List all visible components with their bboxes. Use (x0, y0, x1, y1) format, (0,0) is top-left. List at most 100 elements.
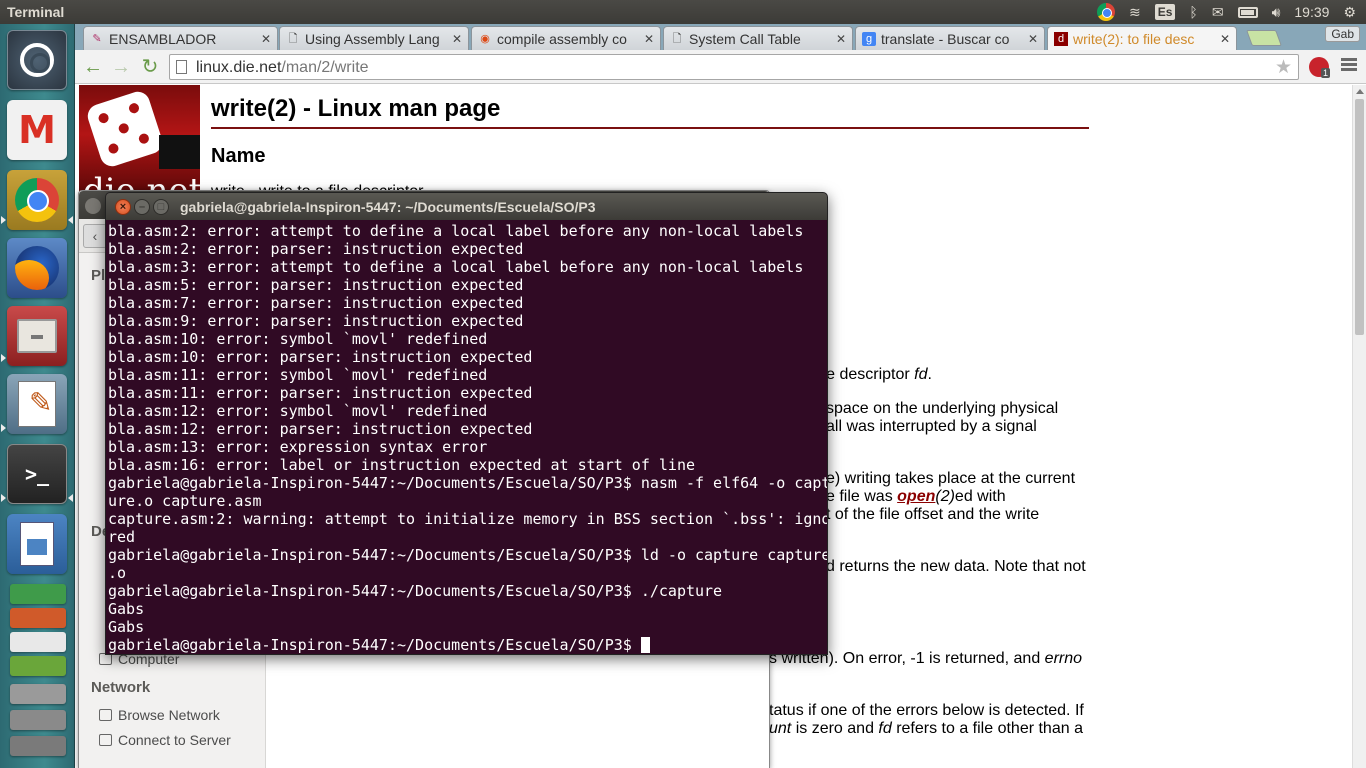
close-icon[interactable]: ✕ (1028, 32, 1038, 46)
paragraph-fragment: e) writing takes place at the current (826, 470, 1076, 487)
terminal-titlebar[interactable]: × – □ gabriela@gabriela-Inspiron-5447: ~… (106, 193, 827, 220)
minimize-icon[interactable]: – (134, 199, 150, 215)
close-icon[interactable]: × (115, 199, 131, 215)
launcher-writer[interactable] (7, 514, 67, 574)
tab-translate[interactable]: g translate - Buscar co ✕ (855, 26, 1045, 50)
url-path: /man/2/write (281, 59, 369, 76)
google-icon: g (862, 31, 876, 46)
running-indicator (1, 424, 6, 432)
terminal-line: capture.asm:2: warning: attempt to initi… (108, 510, 827, 528)
page-title: write(2) - Linux man page (211, 95, 1089, 129)
terminal-line: bla.asm:16: error: label or instruction … (108, 456, 695, 474)
dienet-logo[interactable]: die.net (79, 85, 200, 195)
bluetooth-icon[interactable]: ᛒ (1189, 0, 1197, 24)
keyboard-language-indicator[interactable]: Es (1154, 4, 1176, 20)
launcher-calc[interactable] (10, 584, 66, 604)
terminal-line: ure.o capture.asm (108, 492, 262, 510)
paragraph-fragment: unt is zero and fd refers to a file othe… (769, 720, 1083, 737)
page-info-icon[interactable] (176, 60, 187, 74)
launcher-trash[interactable] (10, 710, 66, 730)
page-icon: 🗋 (672, 32, 682, 45)
files-icon (17, 319, 57, 353)
scrollbar-thumb[interactable] (1355, 99, 1364, 335)
firefox-icon (15, 246, 59, 290)
tab-write-man-page[interactable]: d write(2): to file desc ✕ (1047, 26, 1237, 50)
mail-icon[interactable]: ✉ (1212, 0, 1224, 24)
volume-icon[interactable]: 🔊︎ (1272, 0, 1281, 24)
paragraph-fragment: t of the file offset and the write (826, 506, 1040, 523)
dice-icon (84, 88, 166, 170)
chrome-icon (15, 178, 59, 222)
close-icon[interactable]: ✕ (644, 32, 654, 46)
terminal-line: bla.asm:7: error: parser: instruction ex… (108, 294, 524, 312)
logo-block (159, 135, 200, 169)
launcher-item[interactable] (10, 736, 66, 756)
page-scrollbar[interactable] (1352, 85, 1366, 768)
tab-label: ENSAMBLADOR (109, 30, 217, 47)
new-tab-button[interactable] (1246, 30, 1282, 46)
terminal-output[interactable]: bla.asm:2: error: attempt to define a lo… (108, 222, 827, 654)
close-icon[interactable]: ✕ (261, 32, 271, 46)
back-arrow-icon[interactable]: ← (81, 55, 105, 79)
launcher-impress[interactable] (10, 608, 66, 628)
tab-system-call-table[interactable]: 🗋 System Call Table ✕ (663, 26, 853, 50)
terminal-line: bla.asm:12: error: symbol `movl' redefin… (108, 402, 488, 420)
terminal-line: gabriela@gabriela-Inspiron-5447:~/Docume… (108, 582, 723, 600)
close-icon[interactable]: ✕ (836, 32, 846, 46)
chrome-menu-icon[interactable] (1341, 58, 1357, 74)
tab-compile-assembly[interactable]: ◉ compile assembly co ✕ (471, 26, 661, 50)
launcher-workspaces[interactable] (10, 684, 66, 704)
terminal-line: gabriela@gabriela-Inspiron-5447:~/Docume… (108, 474, 827, 492)
terminal-icon: >_ (24, 462, 50, 486)
address-bar[interactable]: linux.die.net/man/2/write ★ (169, 54, 1299, 80)
top-panel: Terminal ≋ Es ᛒ ✉ 🔊︎ 19:39 ⚙ (0, 0, 1366, 24)
launcher-amazon[interactable] (10, 632, 66, 652)
tab-using-assembly[interactable]: 🗋 Using Assembly Lang ✕ (279, 26, 469, 50)
launcher-chrome[interactable] (7, 170, 67, 230)
maximize-icon[interactable]: □ (153, 199, 169, 215)
profile-button[interactable]: Gab (1325, 26, 1360, 42)
open-link[interactable]: open (897, 488, 935, 505)
focus-indicator (68, 216, 73, 224)
terminal-line: bla.asm:2: error: parser: instruction ex… (108, 240, 524, 258)
tab-ensamblador[interactable]: ✎ ENSAMBLADOR ✕ (83, 26, 278, 50)
launcher-text-editor[interactable] (7, 374, 67, 434)
terminal-line: .o (108, 564, 127, 582)
launcher-software-center[interactable] (10, 656, 66, 676)
sidebar-item-connect-to-server[interactable]: Connect to Server (99, 732, 231, 748)
terminal-window: × – □ gabriela@gabriela-Inspiron-5447: ~… (105, 192, 828, 655)
sidebar-heading-places: Pl (91, 267, 106, 284)
launcher-terminal[interactable]: >_ (7, 444, 67, 504)
browser-toolbar: ← → ↻ linux.die.net/man/2/write ★ 1 (75, 50, 1366, 84)
terminal-line: red (108, 528, 136, 546)
close-icon[interactable] (85, 198, 101, 214)
tab-label: System Call Table (689, 30, 801, 47)
paragraph-fragment: all was interrupted by a signal (826, 418, 1037, 435)
session-gear-icon[interactable]: ⚙ (1343, 0, 1356, 24)
battery-icon[interactable] (1237, 6, 1258, 18)
paragraph-fragment: d returns the new data. Note that not (826, 558, 1086, 575)
launcher-files[interactable] (7, 306, 67, 366)
forward-arrow-icon[interactable]: → (109, 55, 133, 79)
page-icon: 🗋 (288, 32, 298, 45)
terminal-prompt-line[interactable]: gabriela@gabriela-Inspiron-5447:~/Docume… (108, 636, 827, 654)
close-icon[interactable]: ✕ (1220, 32, 1230, 46)
reload-icon[interactable]: ↻ (138, 55, 162, 79)
bookmark-icon: ✎ (92, 32, 102, 45)
dash-button[interactable] (7, 30, 67, 90)
section-heading-name: Name (211, 145, 266, 167)
url-text[interactable]: linux.die.net/man/2/write (196, 59, 369, 77)
text-cursor (640, 637, 650, 653)
wifi-icon[interactable]: ≋ (1129, 0, 1141, 24)
bookmark-star-icon[interactable]: ★ (1275, 56, 1292, 79)
tab-label: write(2): to file desc (1073, 30, 1195, 47)
chrome-tray-icon[interactable] (1097, 3, 1115, 21)
clock[interactable]: 19:39 (1294, 0, 1329, 24)
scroll-up-icon[interactable] (1356, 89, 1364, 94)
back-chevron-icon[interactable]: ‹ (83, 224, 107, 248)
launcher-gmail[interactable]: M (7, 100, 67, 160)
terminal-title: gabriela@gabriela-Inspiron-5447: ~/Docum… (180, 199, 596, 215)
launcher-firefox[interactable] (7, 238, 67, 298)
close-icon[interactable]: ✕ (452, 32, 462, 46)
sidebar-item-browse-network[interactable]: Browse Network (99, 707, 220, 723)
